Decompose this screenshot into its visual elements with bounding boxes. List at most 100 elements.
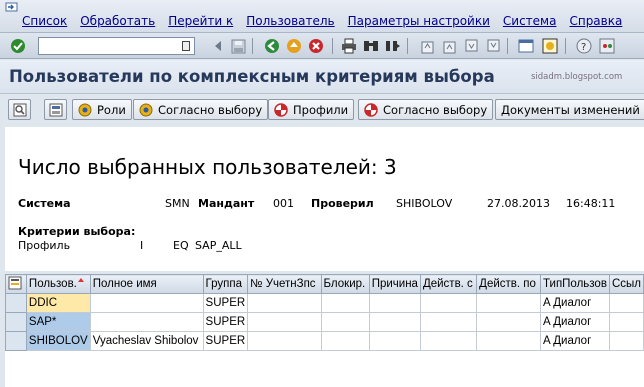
user-type-cell[interactable]: A Диалог (540, 331, 610, 351)
roles-by-selection-button[interactable]: Согласно выбору (133, 99, 269, 120)
roles-icon (78, 103, 92, 116)
valid-to-cell[interactable] (476, 293, 541, 313)
last-page-icon[interactable] (484, 37, 502, 55)
users-grid: Пользов. Полное имя Группа № УчетнЗпс Бл… (5, 274, 644, 387)
full-name-cell[interactable]: Vyacheslav Shibolov (89, 331, 204, 351)
save-icon[interactable] (229, 37, 247, 55)
first-page-icon[interactable] (418, 37, 436, 55)
group-cell[interactable]: SUPER (202, 312, 249, 332)
row-selector[interactable] (5, 293, 27, 313)
table-header-row: Пользов. Полное имя Группа № УчетнЗпс Бл… (5, 274, 644, 294)
user-cell[interactable]: SAP* (25, 312, 91, 332)
menu-items: Список Обработать Перейти к Пользователь… (22, 14, 635, 28)
account-no-cell[interactable] (247, 312, 322, 332)
row-selector[interactable] (5, 312, 27, 332)
column-header-user-type[interactable]: ТипПользов (540, 274, 610, 294)
valid-from-cell[interactable] (419, 312, 478, 332)
account-no-cell[interactable] (247, 331, 322, 351)
user-cell[interactable]: DDIC (25, 293, 91, 313)
change-documents-button[interactable]: Документы изменений (495, 99, 644, 120)
locked-cell[interactable] (320, 312, 370, 332)
column-header-group[interactable]: Группа (202, 274, 249, 294)
user-cell[interactable]: SHIBOLOV (25, 331, 91, 351)
user-type-cell[interactable]: A Диалог (540, 293, 610, 313)
create-session-icon[interactable] (517, 37, 535, 55)
account-no-cell[interactable] (247, 293, 322, 313)
menu-user[interactable]: Пользователь (246, 14, 334, 28)
row-selector[interactable] (5, 331, 27, 351)
profiles-by-selection-button[interactable]: Согласно выбору (358, 99, 494, 120)
criteria-option: EQ (173, 239, 189, 252)
menu-settings[interactable]: Параметры настройки (348, 14, 490, 28)
report-header: Число выбранных пользователей: 3 Система… (5, 127, 644, 271)
client-label: Мандант (198, 197, 255, 210)
reference-cell[interactable] (608, 293, 644, 313)
table-row[interactable]: SAP* SUPER A Диалог (5, 312, 644, 332)
profiles-icon (274, 102, 288, 117)
full-name-cell[interactable] (89, 312, 204, 332)
checked-by-label: Проверил (311, 197, 374, 210)
menu-edit[interactable]: Обработать (80, 14, 155, 28)
layout-select-button[interactable] (5, 274, 27, 294)
reason-cell[interactable] (368, 312, 421, 332)
page-title: Пользователи по комплексным критериям вы… (9, 67, 495, 86)
find-icon[interactable] (362, 37, 380, 55)
reference-cell[interactable] (608, 312, 644, 332)
sap-menu-icon[interactable] (5, 1, 19, 13)
enter-icon[interactable] (9, 37, 27, 55)
command-input[interactable] (39, 38, 179, 54)
reference-cell[interactable] (608, 331, 644, 351)
user-type-cell[interactable]: A Диалог (540, 312, 610, 332)
choose-layout-button[interactable] (44, 99, 67, 120)
roles-button[interactable]: Роли (72, 99, 132, 120)
back-icon[interactable] (263, 37, 281, 55)
table-row[interactable]: SHIBOLOV Vyacheslav Shibolov SUPER A Диа… (5, 331, 644, 351)
shortcut-icon[interactable] (541, 37, 559, 55)
help-icon[interactable]: ? (575, 37, 593, 55)
command-field[interactable] (38, 37, 195, 55)
reason-cell[interactable] (368, 293, 421, 313)
find-next-icon[interactable] (384, 37, 402, 55)
history-arrow-icon[interactable] (209, 37, 227, 55)
valid-to-cell[interactable] (476, 312, 541, 332)
exit-icon[interactable] (285, 37, 303, 55)
menu-system[interactable]: Система (503, 14, 557, 28)
reason-cell[interactable] (368, 331, 421, 351)
standard-toolbar: ? (0, 33, 644, 59)
selected-users-heading: Число выбранных пользователей: 3 (18, 155, 397, 179)
column-header-locked[interactable]: Блокир. (320, 274, 370, 294)
locked-cell[interactable] (320, 331, 370, 351)
column-header-valid-to[interactable]: Действ. по (476, 274, 541, 294)
valid-from-cell[interactable] (419, 293, 478, 313)
valid-from-cell[interactable] (419, 331, 478, 351)
profiles-button[interactable]: Профили (268, 99, 355, 120)
system-value: SMN (165, 197, 190, 210)
menu-list[interactable]: Список (22, 14, 67, 28)
detail-button[interactable] (8, 99, 31, 120)
group-cell[interactable]: SUPER (202, 331, 249, 351)
group-cell[interactable]: SUPER (202, 293, 249, 313)
column-header-valid-from[interactable]: Действ. с (419, 274, 478, 294)
full-name-cell[interactable] (89, 293, 204, 313)
menu-help[interactable]: Справка (569, 14, 622, 28)
customize-layout-icon[interactable] (598, 37, 616, 55)
system-label: Система (18, 197, 71, 210)
column-header-reference[interactable]: Ссыл (608, 274, 644, 294)
print-icon[interactable] (340, 37, 358, 55)
table-row[interactable]: DDIC SUPER A Диалог (5, 293, 644, 313)
menu-goto[interactable]: Перейти к (168, 14, 233, 28)
roles-selection-icon (139, 103, 153, 116)
criteria-label: Критерии выбора: (18, 225, 136, 238)
detail-icon (13, 103, 26, 116)
locked-cell[interactable] (320, 293, 370, 313)
column-header-full-name[interactable]: Полное имя (89, 274, 204, 294)
prev-page-icon[interactable] (440, 37, 458, 55)
column-header-user[interactable]: Пользов. (25, 274, 91, 294)
command-history-icon[interactable] (182, 41, 190, 51)
valid-to-cell[interactable] (476, 331, 541, 351)
column-header-reason[interactable]: Причина (368, 274, 421, 294)
table-settings-icon (8, 276, 22, 289)
cancel-icon[interactable] (307, 37, 325, 55)
column-header-account-no[interactable]: № УчетнЗпс (247, 274, 322, 294)
next-page-icon[interactable] (462, 37, 480, 55)
